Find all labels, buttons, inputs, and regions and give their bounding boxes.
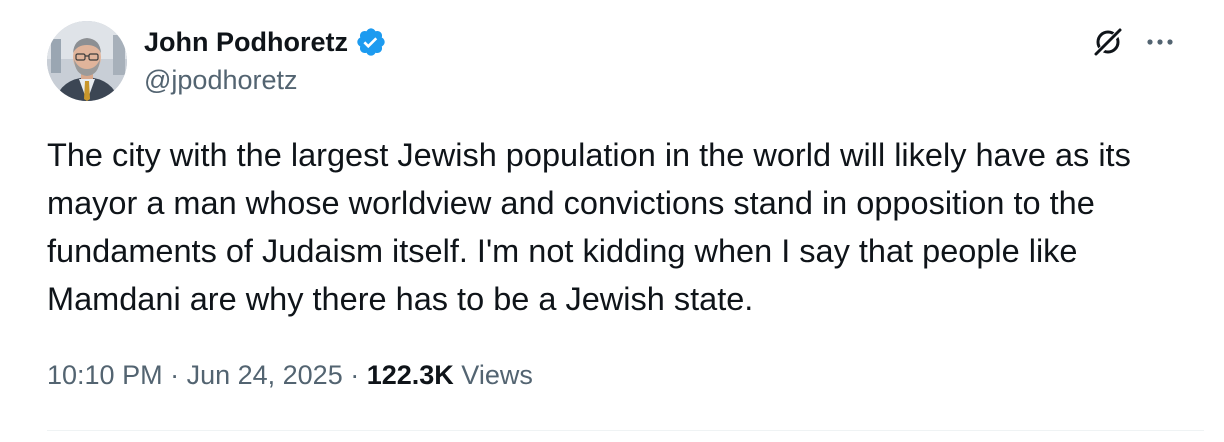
grok-button[interactable]	[1090, 24, 1126, 60]
verified-badge-icon[interactable]	[355, 26, 387, 58]
views-label: Views	[453, 360, 533, 390]
tweet-date[interactable]: Jun 24, 2025	[187, 360, 343, 390]
more-horizontal-icon	[1147, 39, 1173, 45]
avatar[interactable]	[47, 21, 127, 101]
grok-icon	[1094, 28, 1123, 57]
author-handle[interactable]: @jpodhoretz	[144, 65, 298, 96]
more-options-button[interactable]	[1140, 24, 1180, 60]
tweet-text: The city with the largest Jewish populat…	[47, 137, 1131, 317]
meta-separator: ·	[162, 360, 187, 390]
tweet-time[interactable]: 10:10 PM	[47, 360, 163, 390]
author-display-name[interactable]: John Podhoretz	[144, 27, 348, 58]
author-name-row: John Podhoretz	[144, 24, 387, 60]
profile-photo	[47, 21, 127, 101]
tweet-card: John Podhoretz @jpodhoretz The city with…	[0, 0, 1224, 442]
views-count[interactable]: 122.3K	[367, 360, 454, 390]
meta-separator: ·	[342, 360, 367, 390]
tweet-metadata: 10:10 PM · Jun 24, 2025 · 122.3K Views	[47, 357, 533, 393]
divider	[47, 430, 1204, 431]
